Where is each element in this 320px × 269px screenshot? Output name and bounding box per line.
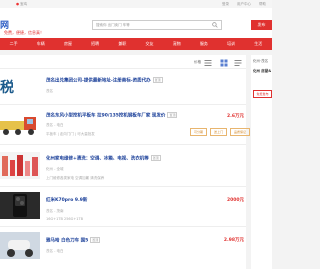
price-sort[interactable]: 价格 — [194, 60, 201, 65]
nav-item-jobs[interactable]: 招聘 — [82, 38, 109, 50]
top-links: 登录 用户中心 帮助 — [222, 2, 266, 7]
nav-item-training[interactable]: 培训 — [218, 38, 245, 50]
listing-item[interactable]: 税 茂名出兑集团公司-提供最新地址-注册商标-资质代办 置顶 茂名 — [0, 73, 246, 105]
post-button[interactable]: 发布 — [251, 20, 272, 30]
listing-description: 平板车 | 走向门门 | 可大量批发 — [46, 132, 95, 136]
listing-chips: 可分期 送上门 品质保证 — [190, 128, 251, 136]
top-tag: 置顶 — [150, 155, 161, 161]
listing-thumbnail[interactable]: 税 — [0, 75, 40, 102]
scooter-image — [7, 240, 33, 257]
search-placeholder: 搜索你 出门卖门 车等 — [96, 23, 130, 27]
side-panel: 化州·茂名 化州 房屋& 免费发布 — [251, 55, 272, 269]
nav-item-life[interactable]: 生活 — [245, 38, 272, 50]
truck-image — [0, 117, 36, 135]
listing-thumbnail[interactable] — [0, 232, 40, 259]
nav-item-parttime[interactable]: 兼职 — [109, 38, 136, 50]
nav-item-vehicles[interactable]: 车辆 — [27, 38, 54, 50]
top-link-login[interactable]: 登录 — [222, 2, 229, 7]
top-tag: 置顶 — [152, 77, 163, 83]
nav-item-services[interactable]: 服务 — [190, 38, 217, 50]
listing-location: 化州 - 全城 — [46, 167, 64, 171]
listing-location: 茂名 - 茂南 — [46, 209, 64, 213]
listing-price: 2.98万元 — [223, 238, 244, 243]
listing-price: 2.6万元 — [227, 114, 244, 119]
listing-title[interactable]: 茂名东风小型挖机平板车 拉90/135挖机钢板车厂家 现发价 置顶 — [46, 112, 178, 119]
city-selector[interactable]: 宝鸡 — [20, 2, 27, 7]
side-post-button[interactable]: 免费发布 — [253, 90, 272, 98]
top-tag: 置顶 — [90, 237, 101, 243]
chip-installment: 可分期 — [190, 128, 208, 136]
chip-delivery: 送上门 — [210, 128, 228, 136]
appliance-image — [2, 155, 38, 176]
listing-location: 茂名 - 电白 — [46, 249, 64, 253]
nav-item-pets[interactable]: 宠物 — [163, 38, 190, 50]
category-nav: 二手 车辆 房屋 招聘 兼职 交友 宠物 服务 培训 生活 — [0, 38, 272, 50]
search-input[interactable]: 搜索你 出门卖门 车等 — [92, 20, 222, 30]
listing-title[interactable]: 雅马哈 白色刀车 国5 置顶 — [46, 237, 101, 244]
filter-bar: 价格 — [0, 57, 246, 69]
listing-thumbnail[interactable] — [0, 111, 40, 138]
listing-item[interactable]: 茂名东风小型挖机平板车 拉90/135挖机钢板车厂家 现发价 置顶 茂名 - 电白… — [0, 107, 251, 145]
nav-item-used[interactable]: 二手 — [0, 38, 27, 50]
grid-view-icon[interactable] — [220, 59, 228, 67]
header: 网 免费，便捷，信息真！ 搜索你 出门卖门 车等 发布 — [0, 8, 272, 38]
nav-item-dating[interactable]: 交友 — [136, 38, 163, 50]
top-link-user-center[interactable]: 用户中心 — [237, 2, 251, 7]
phone-image — [13, 194, 27, 217]
listing-price: 2000元 — [226, 198, 244, 203]
list-view-icon[interactable] — [204, 59, 212, 67]
side-location: 化州·茂名 — [253, 59, 269, 63]
listing-title[interactable]: 茂名出兑集团公司-提供最新地址-注册商标-资质代办 置顶 — [46, 77, 163, 84]
top-tag: 置顶 — [167, 112, 178, 118]
listing-location: 茂名 — [46, 89, 53, 93]
listing-thumbnail[interactable] — [0, 192, 40, 219]
listing-title[interactable]: 化州家电维修+清洗：空调、冰箱、电视、洗衣机等 置顶 — [46, 155, 161, 162]
listing-thumbnail[interactable] — [0, 152, 40, 179]
page: ● 宝鸡 登录 用户中心 帮助 网 免费，便捷，信息真！ 搜索你 出门卖门 车等… — [0, 0, 272, 269]
search-icon[interactable] — [212, 22, 218, 28]
listing-title[interactable]: 红米K70pro 9.9新 — [46, 197, 87, 203]
listing-location: 茂名 - 电白 — [46, 123, 64, 127]
top-link-help[interactable]: 帮助 — [259, 2, 266, 7]
site-slogan: 免费，便捷，信息真！ — [4, 30, 44, 35]
nav-item-housing[interactable]: 房屋 — [54, 38, 81, 50]
location-pin-icon: ● — [16, 2, 20, 6]
listing-description: 16G+1TB 256G+1TB — [46, 217, 84, 221]
listing-item[interactable]: 雅马哈 白色刀车 国5 置顶 茂名 - 电白 2.98万元 — [0, 229, 246, 269]
listing-item[interactable]: 化州家电维修+清洗：空调、冰箱、电视、洗衣机等 置顶 化州 - 全城 上门维修各类… — [0, 147, 246, 187]
tax-logo-graphic: 税 — [0, 80, 14, 96]
listing-description: 上门维修各类家电 空调加氟 清洗保养 — [46, 176, 105, 180]
menu-view-icon[interactable] — [234, 59, 242, 67]
listing-panel: 价格 税 茂名出兑集团公司-提供最新地址-注册商标-资质代办 置顶 茂名 茂名东… — [0, 55, 251, 269]
chip-quality: 品质保证 — [230, 128, 251, 136]
listing-item[interactable]: 红米K70pro 9.9新 茂名 - 茂南 16G+1TB 256G+1TB 2… — [0, 189, 246, 227]
top-bar: ● 宝鸡 登录 用户中心 帮助 — [0, 0, 272, 8]
side-category[interactable]: 化州 房屋& — [253, 69, 271, 74]
